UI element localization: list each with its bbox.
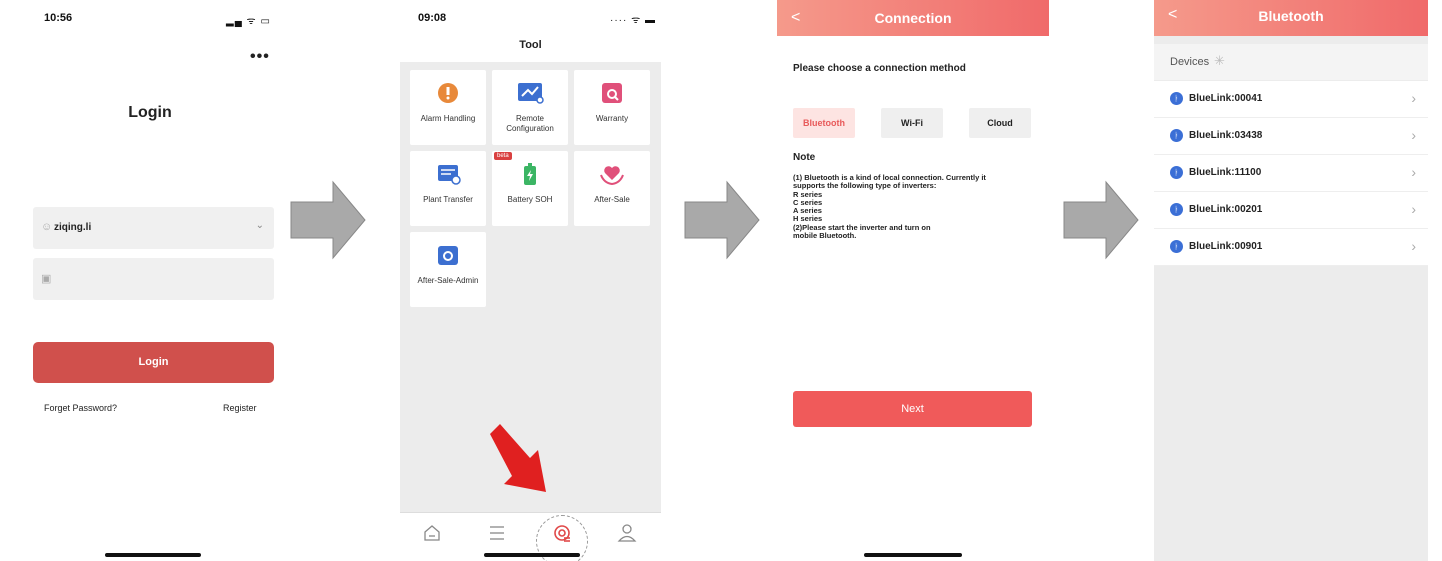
tile-alarm-handling[interactable]: Alarm Handling [410,70,486,145]
beta-badge: beta [494,152,512,160]
bluetooth-icon: ᛓ [1170,166,1183,179]
login-button[interactable]: Login [33,342,274,383]
next-button[interactable]: Next [793,391,1032,427]
tile-label: Plant Transfer [423,195,473,204]
device-name: BlueLink:00201 [1189,204,1263,215]
device-name: BlueLink:00041 [1189,93,1263,104]
flow-arrow-icon [684,180,760,260]
battery-icon [524,163,536,185]
tile-label: Remote Configuration [506,114,554,133]
bluetooth-icon: ᛓ [1170,92,1183,105]
option-cloud[interactable]: Cloud [969,108,1031,138]
login-screen: 10:56 ▂▄ ᯤ ▭ ••• Login ☺ ziqing.li ⌄ ▣ L… [0,0,300,561]
forget-password-link[interactable]: Forget Password? [44,403,117,413]
remote-config-icon [518,83,544,104]
more-menu-button[interactable]: ••• [250,48,270,66]
device-row[interactable]: ᛓ BlueLink:00901 › [1154,229,1428,266]
device-row[interactable]: ᛓ BlueLink:11100 › [1154,155,1428,192]
note-line: C series [793,197,823,207]
note-text: (1) Bluetooth is a kind of local connect… [793,173,1043,241]
note-line: R series [793,189,823,199]
username-field[interactable]: ☺ ziqing.li ⌄ [33,207,274,249]
home-indicator [864,553,962,557]
pointer-arrow-icon [490,424,546,492]
bluetooth-header: < Bluetooth [1154,0,1428,36]
tile-label: Warranty [595,114,629,123]
devices-label: Devices [1170,56,1210,68]
tile-plant-transfer[interactable]: Plant Transfer [410,151,486,226]
bluetooth-icon: ᛓ [1170,203,1183,216]
status-icons: ···· ᯤ ▬ [610,15,657,26]
tile-label: Battery SOH [507,195,553,204]
bluetooth-title: Bluetooth [1258,8,1324,24]
status-time: 10:56 [44,12,73,24]
tile-after-sale-admin[interactable]: After-Sale-Admin [410,232,486,307]
list-tab-icon[interactable] [485,521,509,545]
tool-header [400,0,661,62]
note-title: Note [793,152,816,163]
note-line: A series [793,206,822,216]
after-sale-admin-icon [438,246,458,265]
note-line: mobile Bluetooth. [793,231,857,241]
loading-spinner-icon: ✳ [1214,53,1225,68]
register-link[interactable]: Register [223,403,257,413]
tile-warranty[interactable]: Warranty [574,70,650,145]
device-name: BlueLink:03438 [1189,130,1263,141]
chevron-down-icon[interactable]: ⌄ [256,220,264,231]
home-tab-icon[interactable] [420,521,444,545]
tile-label: After-Sale-Admin [417,276,479,285]
flow-arrow-icon [290,180,366,260]
tile-remote-configuration[interactable]: Remote Configuration [492,70,568,145]
chevron-right-icon: › [1411,90,1416,106]
home-indicator [105,553,201,557]
status-icons: ▂▄ ᯤ ▭ [226,16,271,27]
lock-icon: ▣ [41,273,52,285]
username-value: ziqing.li [54,222,92,233]
tile-label: Alarm Handling [420,114,476,123]
status-time: 09:08 [418,12,447,24]
login-title: Login [128,104,172,121]
bluetooth-icon: ᛓ [1170,240,1183,253]
tool-tab-icon[interactable] [550,521,574,545]
chevron-right-icon: › [1411,127,1416,143]
device-name: BlueLink:00901 [1189,241,1263,252]
tile-after-sale[interactable]: After-Sale [574,151,650,226]
tool-title: Tool [519,39,542,51]
chevron-right-icon: › [1411,238,1416,254]
device-row[interactable]: ᛓ BlueLink:03438 › [1154,118,1428,155]
connection-screen: < Connection Please choose a connection … [777,0,1049,561]
note-line: supports the following type of inverters… [793,181,937,191]
after-sale-icon [600,166,624,185]
bluetooth-icon: ᛓ [1170,129,1183,142]
flow-stage: 10:56 ▂▄ ᯤ ▭ ••• Login ☺ ziqing.li ⌄ ▣ L… [0,0,1442,561]
warranty-icon [602,83,622,103]
option-bluetooth[interactable]: Bluetooth [793,108,855,138]
plant-transfer-icon [438,165,461,185]
tile-label: After-Sale [594,195,630,204]
connection-header: < Connection [777,0,1049,36]
chevron-right-icon: › [1411,164,1416,180]
choose-method-label: Please choose a connection method [793,63,966,74]
alarm-icon [438,83,458,103]
device-name: BlueLink:11100 [1189,167,1262,178]
user-icon: ☺ [41,221,53,233]
bluetooth-screen: < Bluetooth Devices ✳ ᛓ BlueLink:00041 ›… [1154,0,1428,561]
device-row[interactable]: ᛓ BlueLink:00201 › [1154,192,1428,229]
option-wifi[interactable]: Wi-Fi [881,108,943,138]
connection-title: Connection [874,10,952,26]
profile-tab-icon[interactable] [615,521,639,545]
devices-section-header: Devices ✳ [1154,44,1428,80]
home-indicator [484,553,580,557]
device-row[interactable]: ᛓ BlueLink:00041 › [1154,81,1428,118]
tile-battery-soh[interactable]: Battery SOH [492,151,568,226]
chevron-right-icon: › [1411,201,1416,217]
password-field[interactable]: ▣ [33,258,274,300]
flow-arrow-icon [1063,180,1139,260]
